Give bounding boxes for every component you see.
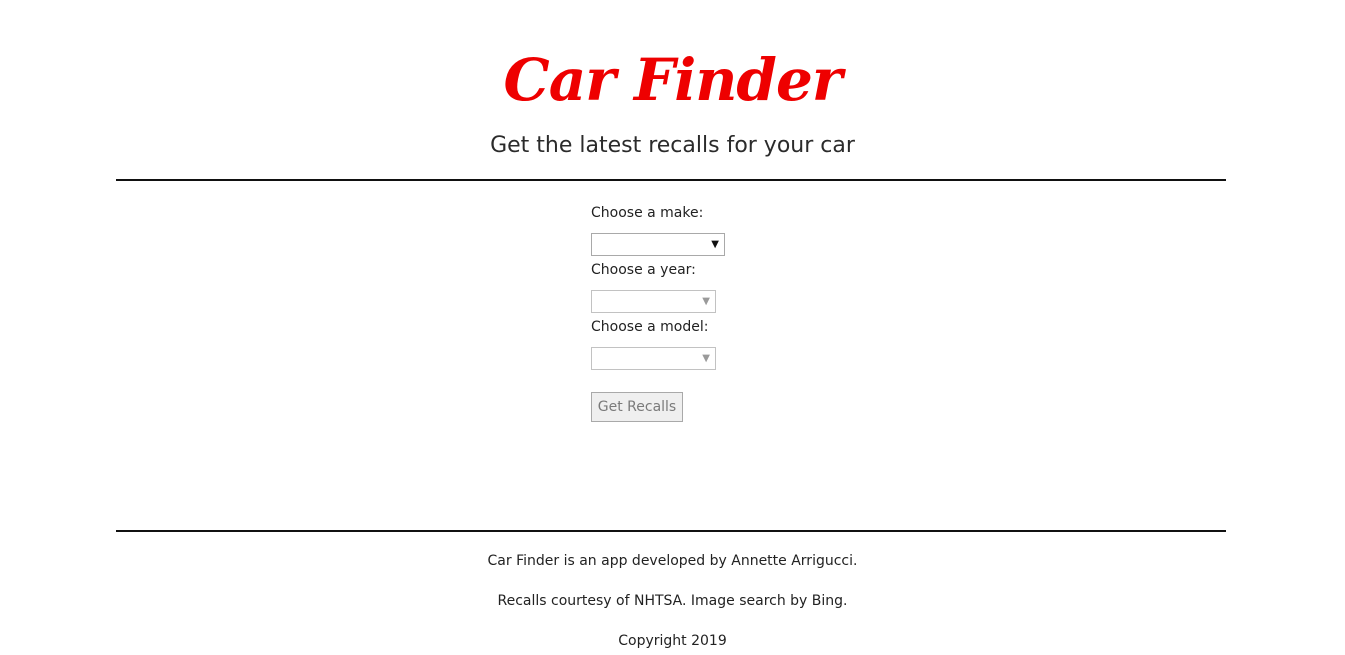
footer-credit: Car Finder is an app developed by Annett… [487,553,858,569]
header-divider [116,179,1226,181]
chevron-down-icon: ▼ [702,353,710,364]
page-subtitle: Get the latest recalls for your car [490,133,855,158]
model-select[interactable]: ▼ [591,347,716,370]
chevron-down-icon: ▼ [702,296,710,307]
model-label: Choose a model: [591,319,709,335]
chevron-down-icon: ▼ [711,239,719,250]
year-label: Choose a year: [591,262,696,278]
footer-sources: Recalls courtesy of NHTSA. Image search … [497,593,848,609]
get-recalls-button[interactable]: Get Recalls [591,392,683,422]
make-label: Choose a make: [591,205,704,221]
footer-copyright: Copyright 2019 [618,633,727,649]
footer-divider [116,530,1226,532]
page-title: Car Finder [503,46,843,114]
make-select[interactable]: ▼ [591,233,725,256]
year-select[interactable]: ▼ [591,290,716,313]
